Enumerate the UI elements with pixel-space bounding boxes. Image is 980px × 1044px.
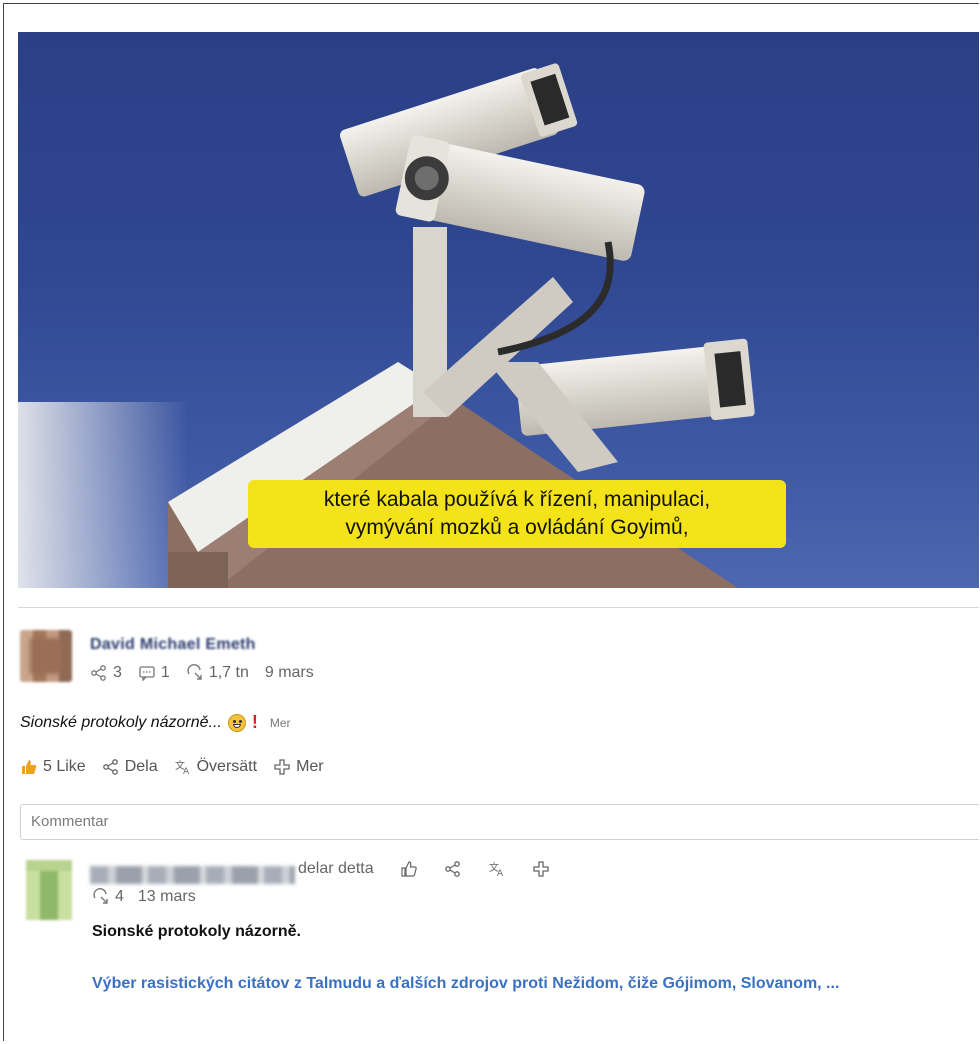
- translate-label: Översätt: [196, 758, 258, 775]
- share-icon[interactable]: [444, 860, 462, 878]
- share-count: 3: [113, 664, 122, 681]
- share-icon: [102, 758, 120, 776]
- sharer-name-blurred[interactable]: [90, 866, 295, 884]
- post-actions: 5 Like Dela 文A Översätt Mer: [20, 758, 324, 776]
- post-frame: které kabala používá k řízení, manipulac…: [3, 3, 979, 1041]
- avatar[interactable]: [20, 630, 72, 682]
- comment-count: 1: [160, 664, 170, 681]
- svg-text:A: A: [183, 767, 190, 776]
- share-meta: 4 13 mars: [92, 888, 196, 906]
- exclamation-icon: !: [251, 712, 258, 732]
- see-more-link[interactable]: Mer: [270, 716, 291, 730]
- plus-outline-icon: [273, 758, 291, 776]
- share-date[interactable]: 13 mars: [138, 888, 196, 906]
- grinning-face-icon: [227, 713, 246, 732]
- like-label: 5 Like: [43, 758, 86, 775]
- post-text: Sionské protokoly názorně...: [20, 713, 222, 731]
- share-button[interactable]: Dela: [102, 758, 158, 776]
- thumbs-up-icon: [20, 758, 38, 776]
- like-button[interactable]: 5 Like: [20, 758, 86, 776]
- plus-outline-icon[interactable]: [532, 860, 550, 878]
- video-caption: které kabala používá k řízení, manipulac…: [248, 480, 786, 548]
- views-count: 1,7 tn: [208, 664, 249, 681]
- comment-field-container: [20, 804, 979, 840]
- caption-line-2: vymývání mozků a ovládání Goyimů,: [345, 516, 689, 539]
- share-action-row: delar detta 文A: [298, 860, 550, 878]
- translate-button[interactable]: 文A Översätt: [174, 758, 257, 776]
- views-icon: [186, 664, 204, 682]
- shared-article-link[interactable]: Výber rasistických citátov z Talmudu a ď…: [92, 972, 952, 996]
- share-icon: [90, 664, 108, 682]
- translate-icon[interactable]: 文A: [488, 860, 506, 878]
- svg-text:A: A: [497, 869, 504, 878]
- more-label: Mer: [296, 758, 324, 775]
- divider: [18, 607, 979, 608]
- comment-icon: [138, 664, 156, 682]
- post-date[interactable]: 9 mars: [265, 664, 314, 682]
- share-action-text: delar detta: [298, 860, 374, 877]
- post-body: Sionské protokoly názorně... ! Mer: [20, 712, 291, 733]
- more-button[interactable]: Mer: [273, 758, 324, 776]
- author-name[interactable]: David Michael Emeth: [90, 636, 256, 654]
- thumbs-up-outline-icon[interactable]: [400, 860, 418, 878]
- translate-icon: 文A: [174, 758, 192, 776]
- post-meta: 3 1 1,7 tn 9 mars: [90, 664, 314, 682]
- share-label: Dela: [124, 758, 158, 775]
- views-icon: [92, 888, 110, 906]
- share-title: Sionské protokoly názorně.: [92, 923, 301, 940]
- share-views: 4: [115, 888, 124, 905]
- avatar[interactable]: [26, 860, 72, 920]
- comment-input[interactable]: [31, 813, 979, 830]
- caption-line-1: které kabala používá k řízení, manipulac…: [323, 488, 711, 511]
- video-thumbnail[interactable]: které kabala používá k řízení, manipulac…: [18, 32, 979, 588]
